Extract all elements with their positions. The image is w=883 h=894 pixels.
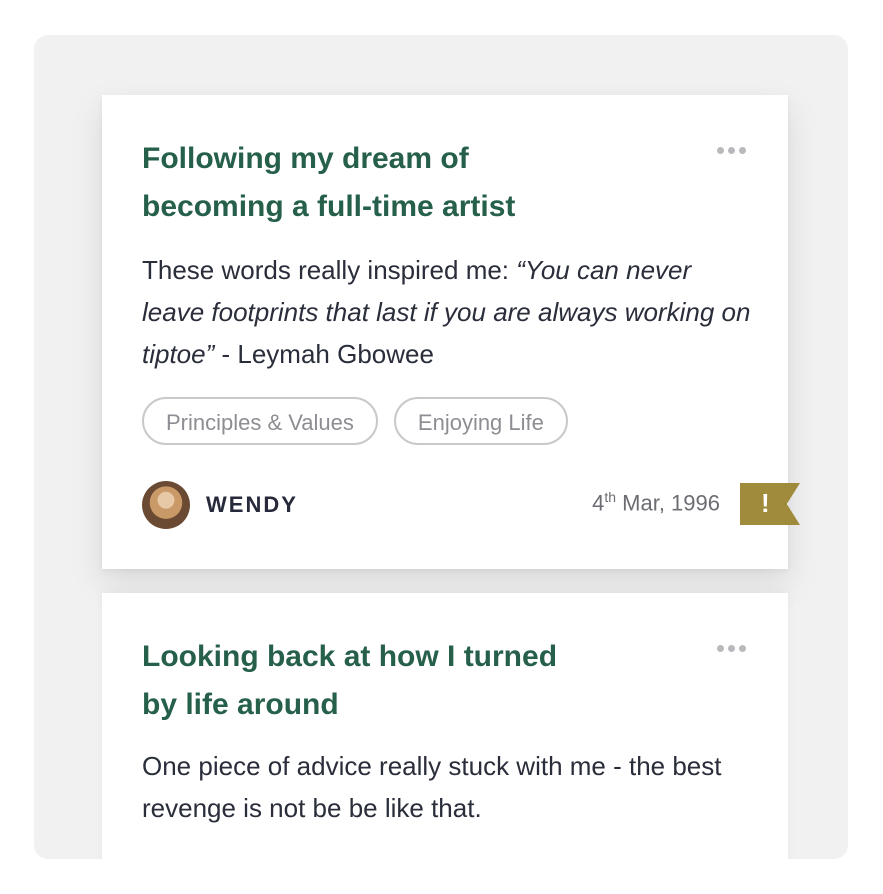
date-ordinal: th — [604, 489, 617, 505]
journal-entry-card[interactable]: Looking back at how I turned by life aro… — [102, 593, 788, 859]
exclamation-flag-icon[interactable]: ! — [740, 483, 800, 525]
author-info[interactable]: WENDY — [142, 481, 298, 529]
entry-date: 4th Mar, 1996 — [592, 489, 720, 516]
tag-list: Principles & Values Enjoying Life — [142, 397, 568, 445]
journal-feed-panel: Following my dream of becoming a full-ti… — [34, 35, 848, 859]
flag-symbol: ! — [761, 488, 770, 518]
date-day: 4 — [592, 490, 605, 516]
avatar[interactable] — [142, 481, 190, 529]
entry-title[interactable]: Looking back at how I turned by life aro… — [142, 633, 592, 729]
quote-attribution: - Leymah Gbowee — [214, 339, 434, 369]
more-options-icon[interactable] — [717, 645, 746, 652]
journal-entry-card[interactable]: Following my dream of becoming a full-ti… — [102, 95, 800, 569]
entry-title[interactable]: Following my dream of becoming a full-ti… — [142, 135, 592, 231]
entry-body: These words really inspired me: “You can… — [142, 249, 752, 375]
tag-principles-values[interactable]: Principles & Values — [142, 397, 378, 445]
more-options-icon[interactable] — [717, 147, 746, 154]
body-text: These words really inspired me: — [142, 255, 517, 285]
entry-body: One piece of advice really stuck with me… — [142, 751, 722, 823]
author-name[interactable]: WENDY — [206, 492, 298, 518]
tag-enjoying-life[interactable]: Enjoying Life — [393, 397, 568, 445]
date-month-year: Mar, 1996 — [616, 490, 720, 516]
